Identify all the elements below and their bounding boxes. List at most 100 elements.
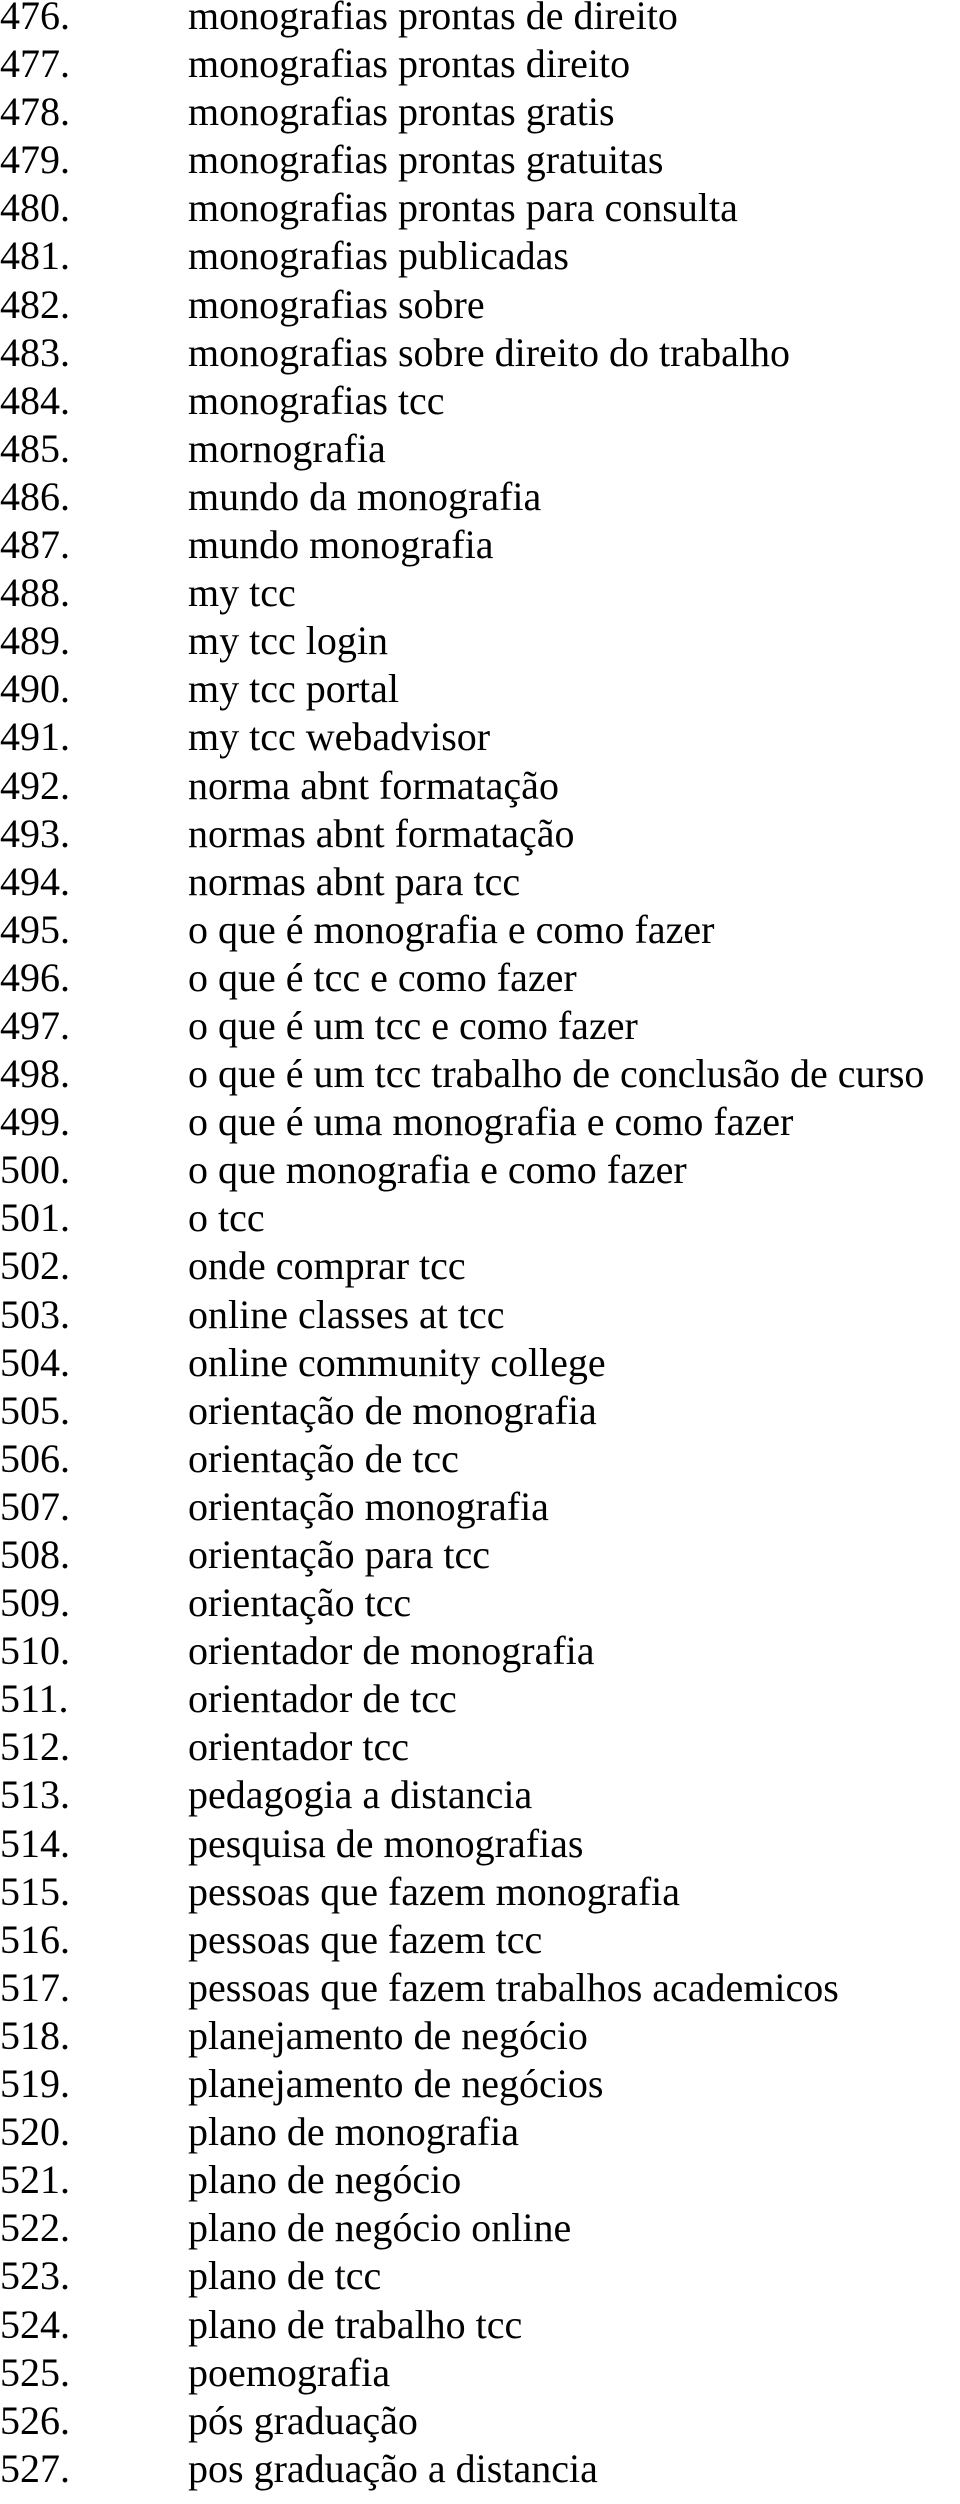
item-text: pessoas que fazem monografia bbox=[188, 1868, 681, 1914]
item-number: 506. bbox=[0, 1435, 70, 1481]
item-number: 510. bbox=[0, 1628, 70, 1674]
item-number: 492. bbox=[0, 762, 70, 808]
item-number: 515. bbox=[0, 1868, 70, 1914]
item-number: 495. bbox=[0, 906, 70, 952]
item-text: plano de negócio bbox=[188, 2157, 462, 2203]
item-text: orientação tcc bbox=[188, 1580, 412, 1626]
item-text: monografias tcc bbox=[188, 377, 445, 423]
item-text: plano de negócio online bbox=[188, 2205, 572, 2251]
item-text: o que é uma monografia e como fazer bbox=[188, 1099, 794, 1145]
item-number: 511. bbox=[0, 1676, 69, 1722]
item-text: monografias prontas de direito bbox=[188, 0, 678, 38]
item-text: o que é tcc e como fazer bbox=[188, 954, 577, 1000]
item-text: planejamento de negócios bbox=[188, 2061, 604, 2107]
item-text: monografias prontas gratis bbox=[188, 89, 615, 135]
item-text: o que é monografia e como fazer bbox=[188, 906, 715, 952]
item-number: 487. bbox=[0, 522, 70, 568]
item-text: o que monografia e como fazer bbox=[188, 1147, 687, 1193]
item-number: 527. bbox=[0, 2445, 70, 2491]
item-number: 505. bbox=[0, 1387, 70, 1433]
item-number: 524. bbox=[0, 2301, 70, 2347]
item-text: plano de trabalho tcc bbox=[188, 2301, 523, 2347]
item-number: 491. bbox=[0, 714, 70, 760]
item-text: mornografia bbox=[188, 425, 386, 471]
item-number: 526. bbox=[0, 2397, 70, 2443]
item-number: 514. bbox=[0, 1820, 70, 1866]
item-number: 500. bbox=[0, 1147, 70, 1193]
item-text: pos graduação a distancia bbox=[188, 2445, 598, 2491]
item-text: orientação monografia bbox=[188, 1483, 549, 1529]
item-number: 482. bbox=[0, 281, 70, 327]
item-number: 486. bbox=[0, 473, 70, 519]
item-text: pesquisa de monografias bbox=[188, 1820, 584, 1866]
item-text: normas abnt formatação bbox=[188, 810, 575, 856]
item-text: norma abnt formatação bbox=[188, 762, 559, 808]
item-text: my tcc portal bbox=[188, 666, 400, 712]
item-number: 481. bbox=[0, 233, 70, 279]
item-number: 525. bbox=[0, 2349, 70, 2395]
item-number: 520. bbox=[0, 2109, 70, 2155]
item-number: 489. bbox=[0, 618, 70, 664]
item-text: o que é um tcc trabalho de conclusão de … bbox=[188, 1051, 925, 1097]
item-text: o que é um tcc e como fazer bbox=[188, 1002, 638, 1048]
item-text: my tcc login bbox=[188, 618, 388, 664]
item-text: monografias sobre direito do trabalho bbox=[188, 329, 791, 375]
item-text: my tcc webadvisor bbox=[188, 714, 491, 760]
item-text: planejamento de negócio bbox=[188, 2012, 588, 2058]
item-number: 507. bbox=[0, 1483, 70, 1529]
item-number: 485. bbox=[0, 425, 70, 471]
item-number: 518. bbox=[0, 2012, 70, 2058]
item-text: online community college bbox=[188, 1339, 606, 1385]
item-text: monografias prontas para consulta bbox=[188, 185, 738, 231]
item-text: pedagogia a distancia bbox=[188, 1772, 533, 1818]
item-number: 476. bbox=[0, 0, 70, 38]
item-text: monografias sobre bbox=[188, 281, 485, 327]
item-number: 483. bbox=[0, 329, 70, 375]
item-number: 513. bbox=[0, 1772, 70, 1818]
item-number: 519. bbox=[0, 2061, 70, 2107]
item-text: pós graduação bbox=[188, 2397, 418, 2443]
item-number: 494. bbox=[0, 858, 70, 904]
item-text: orientação de monografia bbox=[188, 1387, 597, 1433]
item-number: 493. bbox=[0, 810, 70, 856]
item-number: 509. bbox=[0, 1580, 70, 1626]
item-number: 521. bbox=[0, 2157, 70, 2203]
item-number: 522. bbox=[0, 2205, 70, 2251]
item-text: onde comprar tcc bbox=[188, 1243, 466, 1289]
item-text: pessoas que fazem tcc bbox=[188, 1916, 543, 1962]
item-text: orientador de tcc bbox=[188, 1676, 457, 1722]
item-number: 477. bbox=[0, 41, 70, 87]
item-text: plano de monografia bbox=[188, 2109, 519, 2155]
item-text: orientador tcc bbox=[188, 1724, 409, 1770]
item-text: pessoas que fazem trabalhos academicos bbox=[188, 1964, 839, 2010]
item-text: poemografia bbox=[188, 2349, 391, 2395]
item-text: online classes at tcc bbox=[188, 1291, 505, 1337]
item-number: 499. bbox=[0, 1099, 70, 1145]
item-text: monografias publicadas bbox=[188, 233, 569, 279]
item-number: 503. bbox=[0, 1291, 70, 1337]
item-number: 501. bbox=[0, 1195, 70, 1241]
item-number: 488. bbox=[0, 570, 70, 616]
item-number: 508. bbox=[0, 1532, 70, 1577]
item-text: orientação para tcc bbox=[188, 1532, 491, 1577]
item-text: monografias prontas direito bbox=[188, 41, 631, 87]
item-number: 497. bbox=[0, 1002, 70, 1048]
item-number: 480. bbox=[0, 185, 70, 231]
item-text: mundo da monografia bbox=[188, 473, 542, 519]
item-text: mundo monografia bbox=[188, 522, 494, 568]
item-text: orientação de tcc bbox=[188, 1435, 459, 1481]
item-text: plano de tcc bbox=[188, 2253, 382, 2299]
item-text: orientador de monografia bbox=[188, 1628, 595, 1674]
item-number: 517. bbox=[0, 1964, 70, 2010]
item-number: 484. bbox=[0, 377, 70, 423]
item-number: 496. bbox=[0, 954, 70, 1000]
item-number: 498. bbox=[0, 1051, 70, 1097]
item-text: o tcc bbox=[188, 1195, 265, 1241]
item-number: 490. bbox=[0, 666, 70, 712]
item-text: my tcc bbox=[188, 570, 296, 616]
item-text: normas abnt para tcc bbox=[188, 858, 521, 904]
item-number: 516. bbox=[0, 1916, 70, 1962]
item-number: 502. bbox=[0, 1243, 70, 1289]
item-number: 479. bbox=[0, 137, 70, 183]
item-number: 523. bbox=[0, 2253, 70, 2299]
